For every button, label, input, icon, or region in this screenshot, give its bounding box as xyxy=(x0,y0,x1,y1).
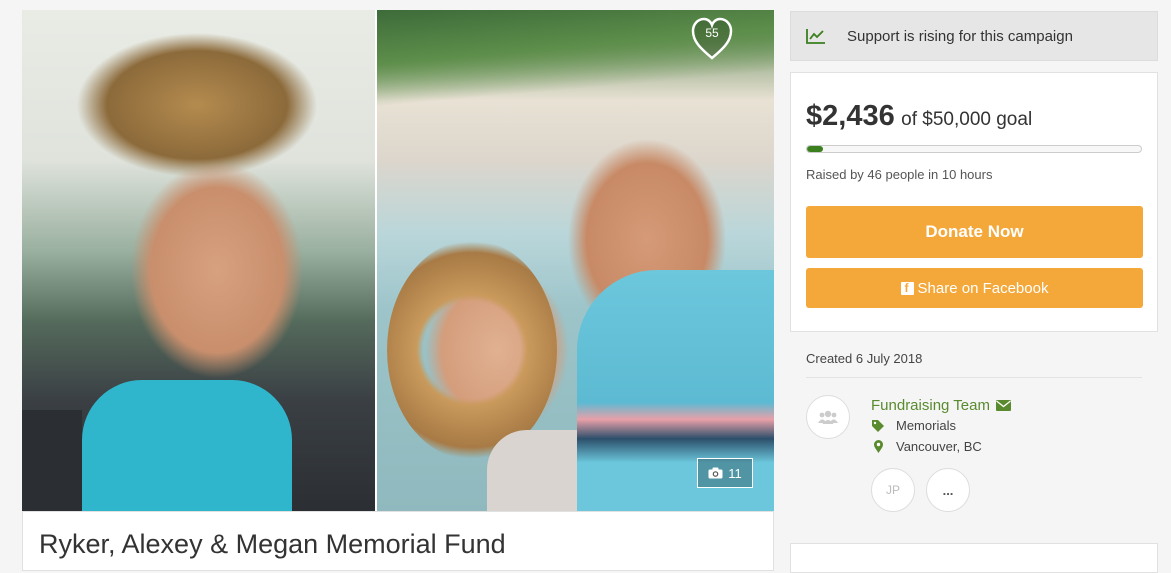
tag-icon xyxy=(871,419,885,432)
team-icon xyxy=(818,410,838,424)
favorite-heart-button[interactable]: 55 xyxy=(690,16,734,62)
envelope-icon[interactable] xyxy=(995,400,1011,411)
raised-by-text: Raised by 46 people in 10 hours xyxy=(806,167,993,182)
raised-amount: $2,436 xyxy=(806,100,895,132)
more-members-button[interactable]: ... xyxy=(926,468,970,512)
photo-count-button[interactable]: 11 xyxy=(697,458,753,488)
support-rising-text: Support is rising for this campaign xyxy=(847,27,1073,45)
campaign-title: Ryker, Alexey & Megan Memorial Fund xyxy=(39,529,506,559)
photo-count-label: 11 xyxy=(728,465,742,481)
organizer-name: Fundraising Team xyxy=(871,397,990,414)
divider xyxy=(806,377,1142,378)
share-facebook-button[interactable]: Share on Facebook xyxy=(806,268,1143,308)
goal-amount: of $50,000 goal xyxy=(901,109,1033,130)
campaign-photo-man[interactable] xyxy=(22,10,375,511)
facebook-icon xyxy=(900,281,914,295)
sidebar-card xyxy=(790,543,1158,573)
map-pin-icon xyxy=(871,440,885,453)
favorite-count: 55 xyxy=(705,26,719,40)
progress-bar-fill xyxy=(807,146,824,152)
amount-raised: $2,436 of $50,000 goal xyxy=(806,100,1032,133)
progress-bar xyxy=(806,145,1142,153)
campaign-photo-couple[interactable] xyxy=(375,10,774,511)
campaign-location: Vancouver, BC xyxy=(871,439,982,454)
team-member-avatar[interactable]: JP xyxy=(871,468,915,512)
category-label: Memorials xyxy=(896,418,956,433)
share-facebook-label: Share on Facebook xyxy=(917,279,1049,297)
camera-icon xyxy=(708,467,723,479)
organizer-link[interactable]: Fundraising Team xyxy=(871,397,1011,414)
donation-card: $2,436 of $50,000 goal Raised by 46 peop… xyxy=(790,72,1158,332)
trend-chart-icon xyxy=(806,29,825,44)
created-date: Created 6 July 2018 xyxy=(806,351,923,366)
campaign-category[interactable]: Memorials xyxy=(871,418,956,433)
campaign-photo-gallery[interactable] xyxy=(22,10,774,511)
campaign-title-card: Ryker, Alexey & Megan Memorial Fund xyxy=(22,511,774,571)
location-label: Vancouver, BC xyxy=(896,439,982,454)
support-rising-banner: Support is rising for this campaign xyxy=(790,11,1158,61)
team-avatar[interactable] xyxy=(806,395,850,439)
donate-now-button[interactable]: Donate Now xyxy=(806,206,1143,258)
